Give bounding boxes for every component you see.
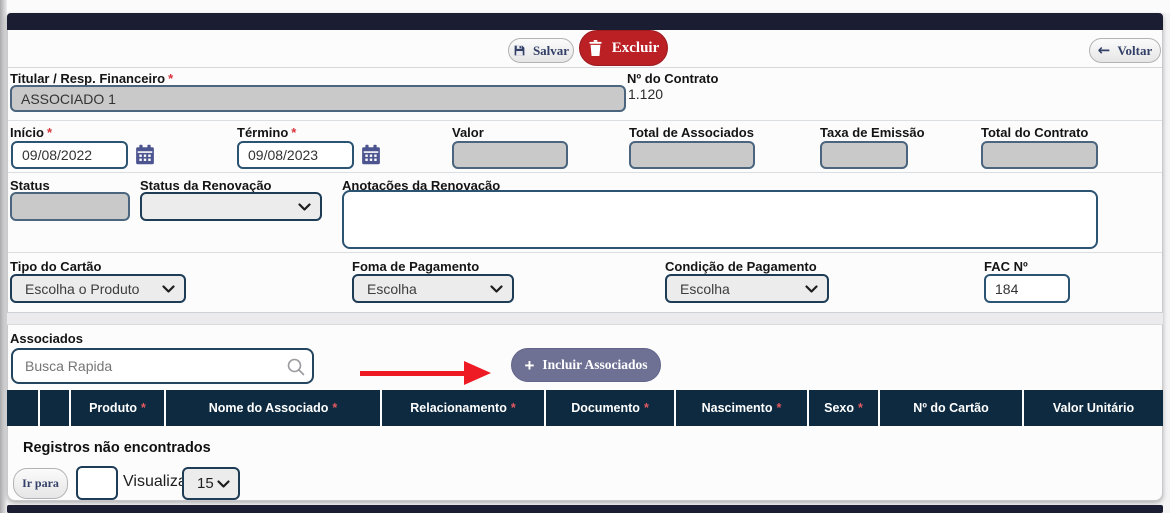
condicao-pagamento-selected-value: Escolha <box>680 281 730 297</box>
required-marker: * <box>858 401 863 415</box>
required-marker: * <box>644 401 649 415</box>
save-button[interactable]: Salvar <box>508 38 574 63</box>
required-marker: * <box>291 125 296 140</box>
required-marker: * <box>776 401 781 415</box>
chevron-down-icon <box>162 285 175 293</box>
back-button-label: Voltar <box>1117 43 1152 59</box>
go-to-page-button[interactable]: Ir para <box>13 468 68 499</box>
column-header-numero-cartao: Nº do Cartão <box>880 390 1022 426</box>
taxa-emissao-input[interactable] <box>820 141 908 169</box>
termino-label: Término* <box>237 125 296 140</box>
incluir-associados-button[interactable]: + Incluir Associados <box>511 348 661 382</box>
status-renovacao-label: Status da Renovação <box>140 178 272 193</box>
condicao-pagamento-label: Condição de Pagamento <box>665 259 817 274</box>
incluir-associados-label: Incluir Associados <box>542 357 647 373</box>
back-arrow-icon: ← <box>1098 43 1111 58</box>
section-separator <box>7 312 1163 325</box>
associados-table-header: Produto* Nome do Associado* Relacionamen… <box>7 390 1163 426</box>
empty-results-message: Registros não encontrados <box>23 440 211 456</box>
fac-label: FAC Nº <box>984 259 1028 274</box>
top-navigation-bar <box>7 13 1163 30</box>
chevron-down-icon <box>805 285 818 293</box>
condicao-pagamento-select[interactable]: Escolha <box>665 274 829 303</box>
tipo-cartao-label: Tipo do Cartão <box>10 259 101 274</box>
divider <box>8 172 1162 173</box>
column-header-select <box>7 390 38 426</box>
page-left-shadow <box>0 0 7 513</box>
column-header-nome: Nome do Associado* <box>166 390 380 426</box>
titular-input[interactable] <box>10 85 626 112</box>
tipo-cartao-selected-value: Escolha o Produto <box>25 281 139 297</box>
plus-icon: + <box>524 357 534 374</box>
required-marker: * <box>168 71 173 86</box>
anotacoes-textarea[interactable] <box>342 190 1098 249</box>
bottom-bar <box>7 505 1163 513</box>
divider <box>8 67 1162 68</box>
required-marker: * <box>511 401 516 415</box>
column-header-actions <box>40 390 69 426</box>
required-marker: * <box>141 401 146 415</box>
contract-page: { "colors": { "navy_bar": "#1b1d32", "ta… <box>0 0 1170 513</box>
numero-contrato-value: 1.120 <box>628 86 663 102</box>
forma-pagamento-selected-value: Escolha <box>367 281 417 297</box>
total-associados-input[interactable] <box>629 141 755 169</box>
column-header-valor-unitario: Valor Unitário <box>1024 390 1163 426</box>
column-header-produto: Produto* <box>71 390 164 426</box>
column-header-relacionamento: Relacionamento* <box>382 390 544 426</box>
go-to-page-label: Ir para <box>22 476 59 491</box>
save-button-label: Salvar <box>533 43 569 59</box>
inicio-label: Início* <box>10 125 52 140</box>
status-input[interactable] <box>10 192 130 221</box>
delete-button[interactable]: Excluir <box>579 30 668 66</box>
status-label: Status <box>10 178 50 193</box>
titular-label: Titular / Resp. Financeiro* <box>10 71 173 86</box>
valor-input[interactable] <box>452 141 568 169</box>
annotation-arrow-tail <box>360 371 466 376</box>
page-number-input[interactable] <box>76 466 118 500</box>
forma-pagamento-label: Foma de Pagamento <box>352 259 479 274</box>
valor-label: Valor <box>452 125 484 140</box>
termino-date-input[interactable] <box>237 141 354 169</box>
calendar-icon[interactable] <box>361 144 381 165</box>
search-icon <box>286 357 306 377</box>
chevron-down-icon <box>298 203 311 211</box>
total-associados-label: Total de Associados <box>629 125 754 140</box>
required-marker: * <box>332 401 337 415</box>
tipo-cartao-select[interactable]: Escolha o Produto <box>10 274 186 303</box>
inicio-date-input[interactable] <box>11 141 128 169</box>
column-header-nascimento: Nascimento* <box>676 390 807 426</box>
required-marker: * <box>47 125 52 140</box>
fac-input[interactable] <box>984 274 1070 303</box>
taxa-emissao-label: Taxa de Emissão <box>820 125 925 140</box>
annotation-arrow-head <box>464 361 491 385</box>
page-size-selected-value: 15 <box>197 475 214 492</box>
page-size-select[interactable]: 15 <box>182 467 240 500</box>
save-icon <box>513 44 526 57</box>
divider <box>8 120 1162 121</box>
search-input[interactable] <box>11 348 314 384</box>
trash-icon <box>588 40 603 56</box>
total-contrato-label: Total do Contrato <box>981 125 1088 140</box>
delete-button-label: Excluir <box>612 40 660 57</box>
column-header-documento: Documento* <box>546 390 674 426</box>
divider <box>8 252 1162 253</box>
column-header-sexo: Sexo* <box>809 390 878 426</box>
chevron-down-icon <box>217 480 230 488</box>
back-button[interactable]: ← Voltar <box>1089 38 1161 63</box>
total-contrato-input[interactable] <box>981 141 1098 169</box>
numero-contrato-label: Nº do Contrato <box>627 71 718 86</box>
page-top-strip <box>0 0 1170 13</box>
associados-section-title: Associados <box>10 331 83 346</box>
status-renovacao-select[interactable] <box>140 192 322 221</box>
forma-pagamento-select[interactable]: Escolha <box>352 274 514 303</box>
calendar-icon[interactable] <box>135 144 155 165</box>
chevron-down-icon <box>490 285 503 293</box>
